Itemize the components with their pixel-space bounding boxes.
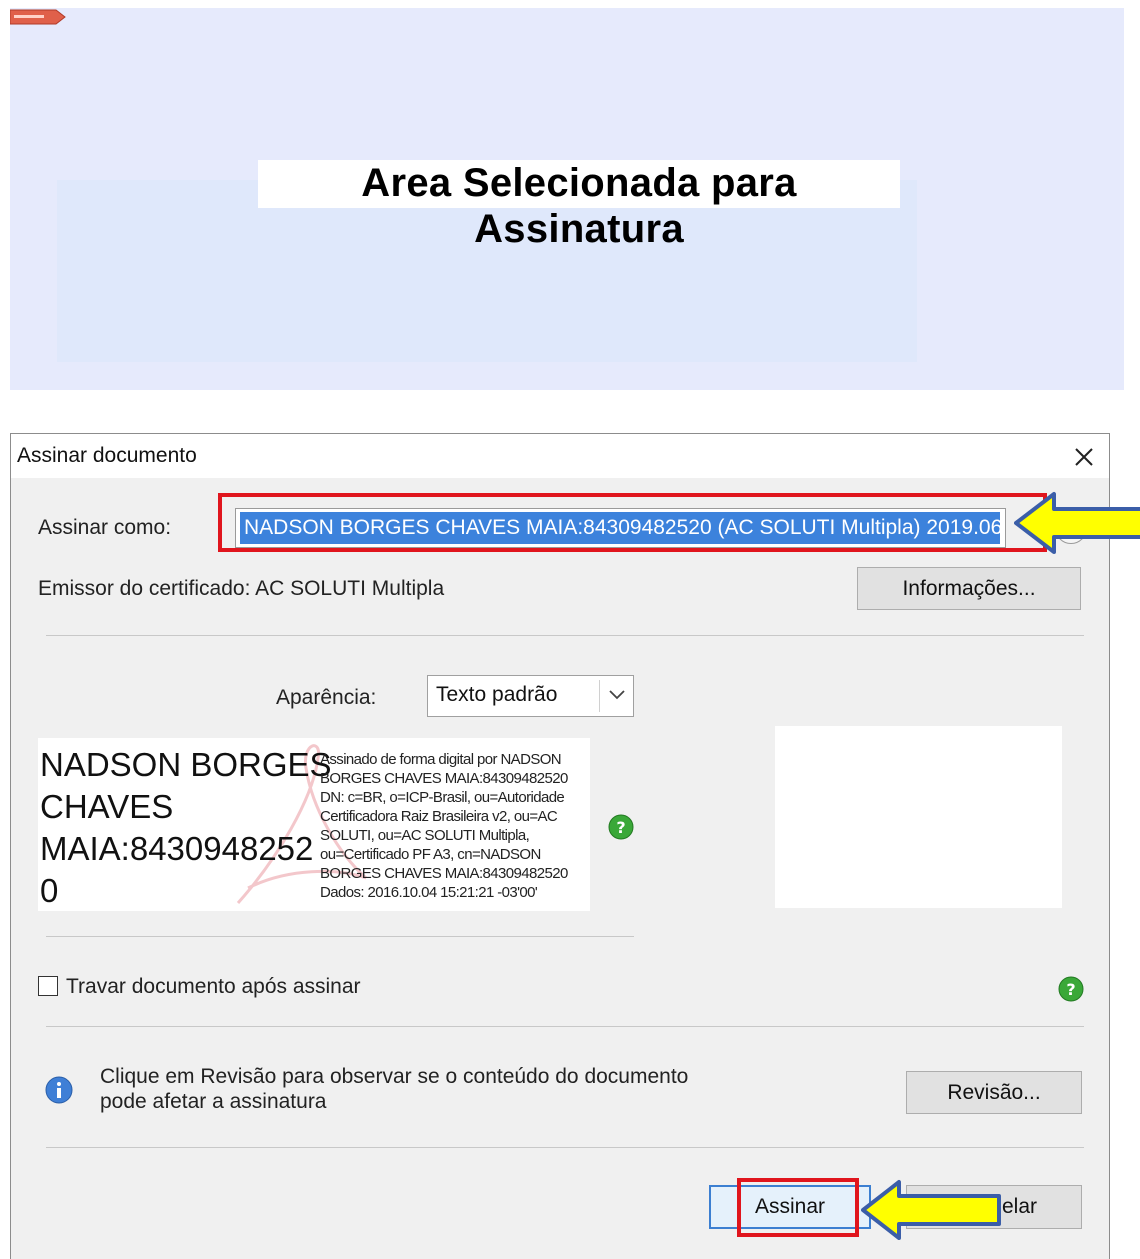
svg-text:?: ?: [1066, 980, 1075, 999]
annotation-highlight-box: [737, 1178, 859, 1237]
dialog-titlebar: Assinar documento: [11, 434, 1109, 478]
close-icon[interactable]: [1067, 440, 1101, 474]
certificate-issuer-label: Emissor do certificado: AC SOLUTI Multip…: [38, 577, 445, 600]
tag-marker-icon: [10, 9, 66, 25]
sign-document-dialog: Assinar documento Assinar como: NADSON B…: [10, 433, 1140, 1259]
appearance-selected-value: Texto padrão: [436, 683, 558, 706]
information-button[interactable]: Informações...: [857, 567, 1081, 610]
lock-document-checkbox[interactable]: [38, 976, 58, 996]
divider: [46, 1147, 1084, 1148]
sign-as-label: Assinar como:: [38, 516, 172, 539]
dialog-title: Assinar documento: [17, 444, 197, 467]
chevron-down-icon[interactable]: [608, 688, 626, 702]
info-icon: [45, 1076, 73, 1104]
review-button[interactable]: Revisão...: [906, 1071, 1082, 1114]
help-icon[interactable]: ?: [1058, 976, 1084, 1002]
svg-text:?: ?: [616, 818, 625, 837]
appearance-label: Aparência:: [276, 686, 377, 709]
arrow-left-icon: [861, 1180, 1001, 1240]
preview-image-area: [775, 726, 1062, 908]
appearance-select[interactable]: Texto padrão: [427, 675, 634, 717]
review-info-text: Clique em Revisão para observar se o con…: [100, 1065, 689, 1113]
lock-document-label[interactable]: Travar documento após assinar: [66, 975, 361, 999]
selected-area-title: Area Selecionada para Assinatura: [258, 160, 900, 251]
cancel-button-label: elar: [1001, 1195, 1037, 1218]
arrow-left-icon: [1014, 492, 1140, 554]
divider: [46, 936, 634, 937]
divider: [46, 635, 1084, 636]
help-icon[interactable]: ?: [608, 814, 634, 840]
divider: [46, 1026, 1084, 1027]
annotation-highlight-box: [218, 493, 1047, 552]
select-divider: [599, 680, 600, 712]
signature-preview: NADSON BORGES CHAVES MAIA:8430948252 0 A…: [38, 738, 590, 911]
preview-signer-name: NADSON BORGES CHAVES MAIA:8430948252 0: [40, 746, 332, 909]
preview-signature-details: Assinado de forma digital por NADSON BOR…: [320, 751, 568, 901]
